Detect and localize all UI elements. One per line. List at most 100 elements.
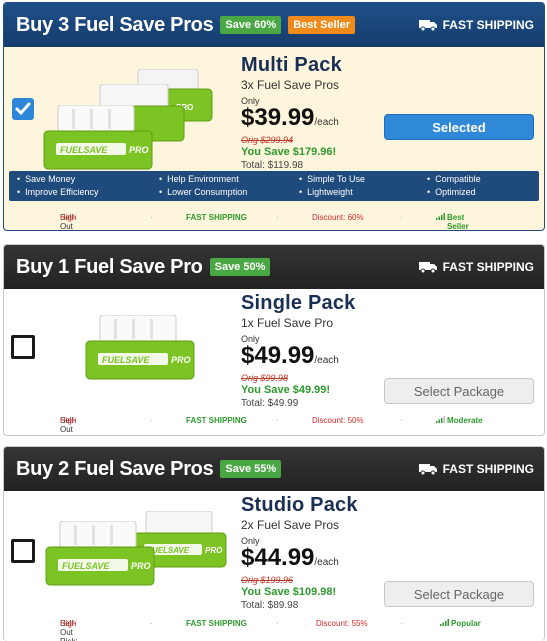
fast-shipping-label: FAST SHIPPING: [418, 447, 534, 491]
sellout-risk-value: High: [60, 213, 77, 222]
svg-text:PRO: PRO: [205, 546, 223, 555]
separator: ·: [400, 619, 403, 628]
package-info: Multi Pack 3x Fuel Save Pros Only $39.99…: [241, 54, 342, 171]
feature-item: Lower Consumption: [159, 187, 247, 197]
device-image: FUELSAVE PRO: [45, 521, 155, 586]
truck-icon: [418, 464, 437, 475]
shipping-status: FAST SHIPPING: [186, 619, 247, 628]
shipping-status: FAST SHIPPING: [186, 416, 247, 425]
svg-text:FUELSAVE: FUELSAVE: [62, 561, 110, 571]
separator: ·: [150, 213, 153, 222]
feature-item: Save Money: [17, 174, 75, 184]
original-price: Orig $99.98: [241, 373, 289, 383]
svg-text:FUELSAVE: FUELSAVE: [60, 145, 108, 155]
fast-shipping-text: FAST SHIPPING: [442, 18, 534, 32]
feature-item: Help Environment: [159, 174, 239, 184]
package-status-bar: Sell-Out Risk: High · FAST SHIPPING · Di…: [4, 416, 544, 435]
save-badge: Save 50%: [209, 258, 271, 276]
svg-text:FUELSAVE: FUELSAVE: [102, 355, 150, 365]
original-price: Orig $199.96: [241, 575, 294, 585]
package-title: Buy 2 Fuel Save Pros: [16, 457, 214, 480]
device-image: FUELSAVE PRO: [85, 315, 195, 380]
feature-item: Simple To Use: [299, 174, 365, 184]
price: $39.99/each: [241, 106, 342, 135]
package-quantity: 2x Fuel Save Pros: [241, 518, 340, 532]
separator: ·: [150, 416, 153, 425]
savings: You Save $49.99!: [241, 384, 331, 396]
sellout-risk-value: High: [60, 619, 77, 628]
popularity-value: Moderate: [447, 416, 483, 425]
total-price: Total: $89.98: [241, 600, 299, 611]
separator: ·: [400, 213, 403, 222]
original-price: Orig $299.94: [241, 135, 294, 145]
signal-bars-icon: [440, 619, 449, 626]
signal-bars-icon: [436, 213, 445, 220]
popularity-value: Best Seller: [447, 213, 469, 231]
device-image: FUELSAVE PRO: [43, 105, 153, 170]
signal-bars-icon: [436, 416, 445, 423]
price-unit: /each: [314, 355, 339, 366]
package-name: Multi Pack: [241, 54, 342, 76]
best-seller-badge: Best Seller: [288, 16, 356, 34]
svg-text:PRO: PRO: [171, 355, 191, 365]
sellout-risk-value: High: [60, 416, 77, 425]
separator: ·: [276, 213, 279, 222]
package-status-bar: Sell-Out Risk: High · FAST SHIPPING · Di…: [4, 619, 544, 641]
discount-status: Discount: 60%: [312, 213, 364, 222]
separator: ·: [276, 416, 279, 425]
price-unit: /each: [314, 117, 339, 128]
package-header: Buy 1 Fuel Save Pro Save 50% FAST SHIPPI…: [4, 245, 544, 289]
package-card-studio[interactable]: Buy 2 Fuel Save Pros Save 55% FAST SHIPP…: [3, 446, 545, 641]
selected-button[interactable]: Selected: [384, 114, 534, 140]
truck-icon: [418, 262, 437, 273]
package-status-bar: Sell-Out Risk: High · FAST SHIPPING · Di…: [4, 213, 544, 230]
fast-shipping-label: FAST SHIPPING: [418, 245, 534, 289]
fast-shipping-label: FAST SHIPPING: [418, 3, 534, 47]
feature-item: Optimized: [427, 187, 476, 197]
price: $44.99/each: [241, 546, 358, 575]
price-value: $39.99: [241, 104, 315, 131]
package-name: Single Pack: [241, 292, 356, 314]
popularity-status: Popular: [440, 619, 481, 628]
save-badge: Save 55%: [220, 460, 282, 478]
price-value: $49.99: [241, 342, 315, 369]
popularity-value: Popular: [451, 619, 481, 628]
svg-text:PRO: PRO: [129, 145, 149, 155]
save-badge: Save 60%: [220, 16, 282, 34]
truck-icon: [418, 20, 437, 31]
total-price: Total: $49.99: [241, 398, 299, 409]
popularity-status: Best Seller: [436, 213, 469, 230]
separator: ·: [400, 416, 403, 425]
price-unit: /each: [314, 557, 339, 568]
package-info: Studio Pack 2x Fuel Save Pros Only $44.9…: [241, 494, 358, 611]
total-price: Total: $119.98: [241, 160, 304, 171]
fast-shipping-text: FAST SHIPPING: [442, 462, 534, 476]
discount-status: Discount: 50%: [312, 416, 364, 425]
package-card-single[interactable]: Buy 1 Fuel Save Pro Save 50% FAST SHIPPI…: [3, 244, 545, 436]
package-checkbox[interactable]: [11, 539, 35, 563]
price: $49.99/each: [241, 344, 355, 373]
package-quantity: 3x Fuel Save Pros: [241, 78, 340, 92]
package-checkbox[interactable]: [11, 335, 35, 359]
features-list: Save Money Help Environment Simple To Us…: [9, 171, 539, 201]
price-value: $44.99: [241, 544, 315, 571]
fast-shipping-text: FAST SHIPPING: [442, 260, 534, 274]
separator: ·: [276, 619, 279, 628]
shipping-status: FAST SHIPPING: [186, 213, 247, 222]
feature-item: Improve Efficiency: [17, 187, 98, 197]
feature-item: Compatible: [427, 174, 481, 184]
svg-text:PRO: PRO: [131, 561, 151, 571]
popularity-status: Moderate: [436, 416, 483, 425]
savings: You Save $109.98!: [241, 586, 337, 598]
package-quantity: 1x Fuel Save Pro: [241, 316, 334, 330]
separator: ·: [150, 619, 153, 628]
package-title: Buy 3 Fuel Save Pros: [16, 13, 214, 36]
feature-item: Lightweight: [299, 187, 353, 197]
package-card-multi[interactable]: Buy 3 Fuel Save Pros Save 60% Best Selle…: [3, 2, 545, 231]
select-package-button[interactable]: Select Package: [384, 581, 534, 607]
package-name: Studio Pack: [241, 494, 358, 516]
package-info: Single Pack 1x Fuel Save Pro Only $49.99…: [241, 292, 355, 409]
select-package-button[interactable]: Select Package: [384, 378, 534, 404]
package-title: Buy 1 Fuel Save Pro: [16, 255, 203, 278]
package-checkbox[interactable]: [12, 98, 34, 120]
